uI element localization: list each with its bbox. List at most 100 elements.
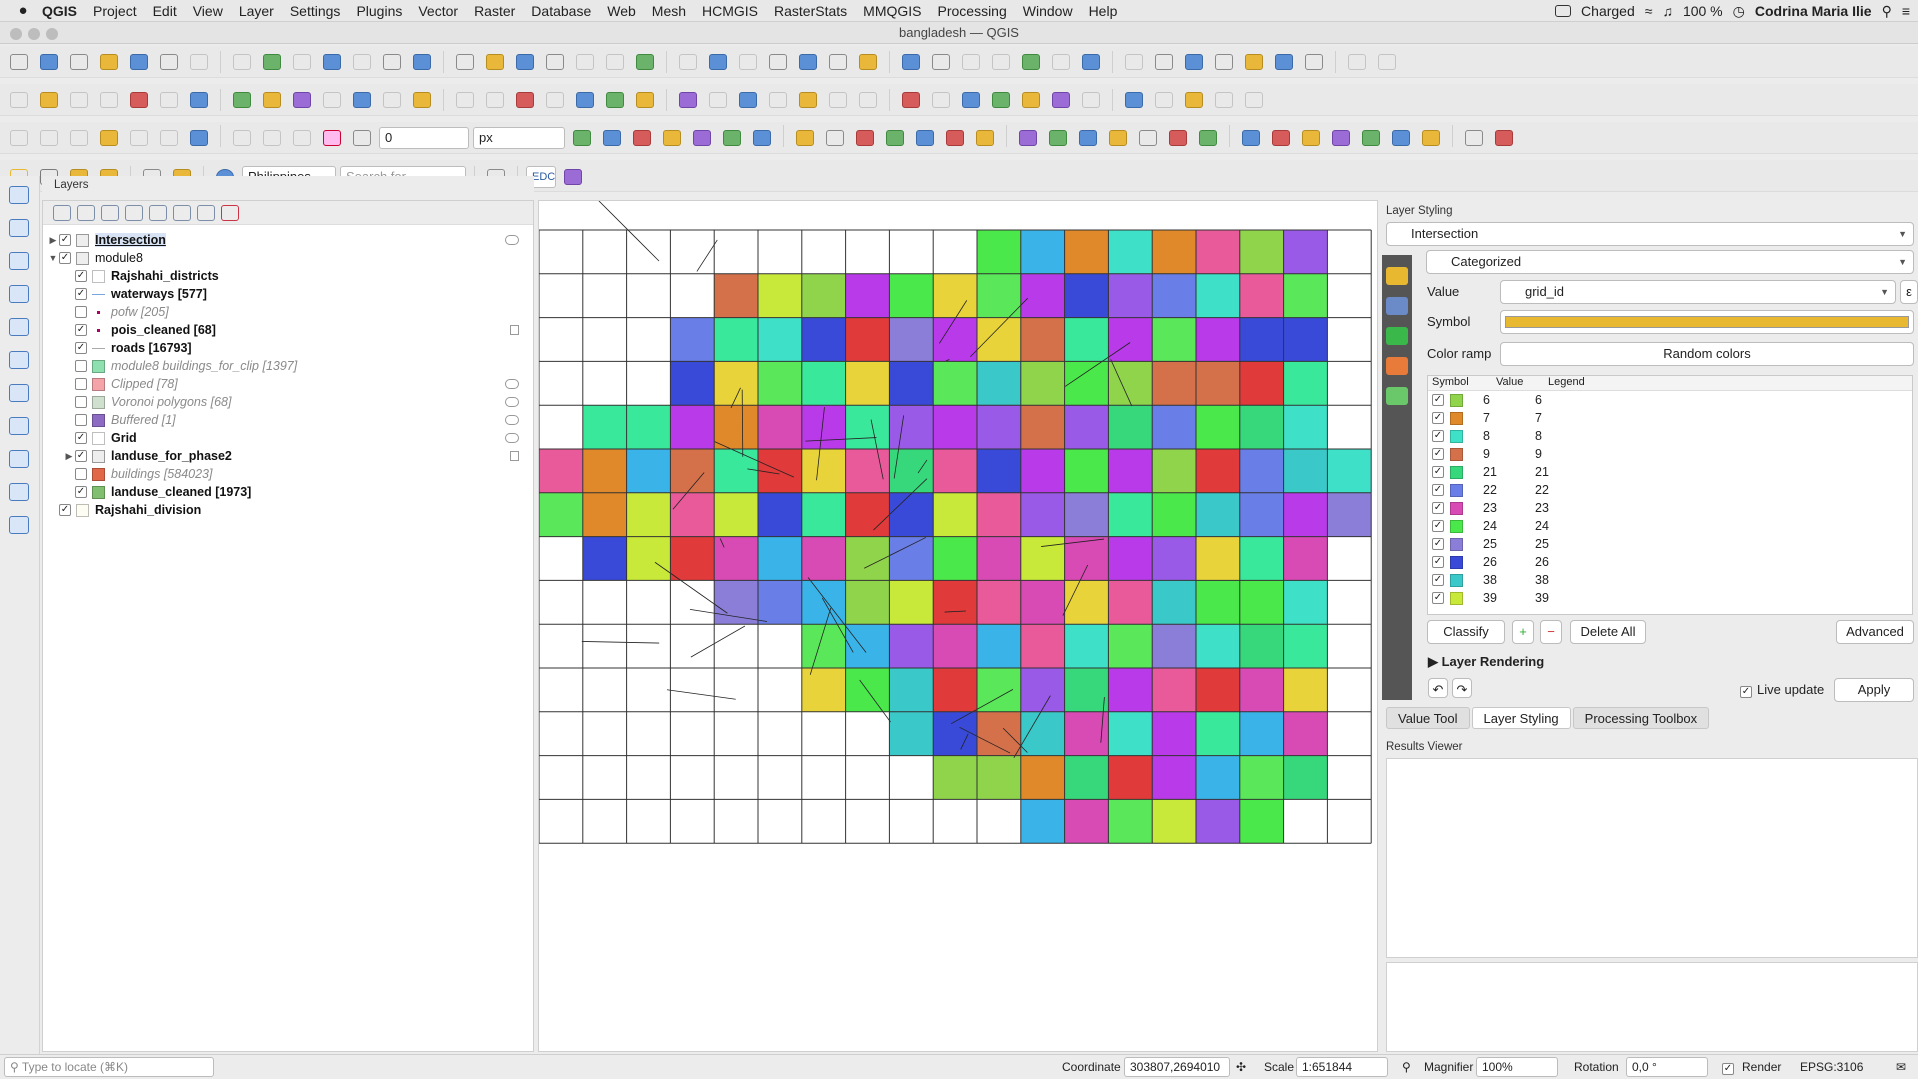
intersection-cell[interactable] <box>1152 580 1196 625</box>
intersection-cell[interactable] <box>714 317 758 362</box>
battery-icon[interactable] <box>1555 5 1572 17</box>
intersection-cell[interactable] <box>1239 799 1284 844</box>
layer-visibility-checkbox[interactable] <box>75 396 87 408</box>
nav-tool-5-icon[interactable] <box>126 49 152 75</box>
intersection-cell[interactable] <box>1064 317 1109 362</box>
category-row[interactable]: ✓ 26 26 <box>1428 553 1912 571</box>
add-layer-tool-4-icon[interactable] <box>4 280 34 308</box>
intersection-cell[interactable] <box>933 668 977 712</box>
intersection-cell[interactable] <box>626 449 671 493</box>
intersection-cell[interactable] <box>1020 580 1065 625</box>
intersection-cell[interactable] <box>1239 580 1284 625</box>
layer-visibility-checkbox[interactable]: ✓ <box>59 234 71 246</box>
nav-tool-4-icon[interactable] <box>96 49 122 75</box>
plugin-tool-19-icon[interactable] <box>1135 125 1161 151</box>
intersection-cell[interactable] <box>714 273 758 318</box>
menu-layer[interactable]: Layer <box>231 0 282 22</box>
edit-tool-33-icon[interactable] <box>1018 87 1044 113</box>
plugin-tool-9-icon[interactable] <box>822 125 848 151</box>
intersection-cell[interactable] <box>626 536 671 581</box>
category-row[interactable]: ✓ 8 8 <box>1428 427 1912 445</box>
menu-processing[interactable]: Processing <box>930 0 1015 22</box>
nav-tool-29-icon[interactable] <box>898 49 924 75</box>
plugin-tool-25-icon[interactable] <box>1328 125 1354 151</box>
history-tab-icon[interactable] <box>1386 387 1408 405</box>
plugin-tool-22-icon[interactable] <box>1238 125 1264 151</box>
intersection-cell[interactable] <box>1108 536 1153 581</box>
category-swatch[interactable] <box>1450 537 1463 551</box>
intersection-cell[interactable] <box>1196 755 1240 800</box>
intersection-cell[interactable] <box>1108 317 1153 362</box>
intersection-cell[interactable] <box>1064 799 1109 844</box>
intersection-cell[interactable] <box>845 273 890 318</box>
adv-tool-5-icon[interactable] <box>126 125 152 151</box>
crs-button[interactable]: EPSG:3106 <box>1800 1059 1863 1075</box>
intersection-cell[interactable] <box>889 449 934 493</box>
category-swatch[interactable] <box>1450 483 1463 497</box>
layer-visibility-checkbox[interactable]: ✓ <box>75 288 87 300</box>
intersection-cell[interactable] <box>1283 536 1328 581</box>
intersection-cell[interactable] <box>889 668 934 712</box>
intersection-cell[interactable] <box>670 317 715 362</box>
intersection-cell[interactable] <box>1152 361 1196 406</box>
category-row[interactable]: ✓ 39 39 <box>1428 589 1912 607</box>
intersection-cell[interactable] <box>1283 580 1328 625</box>
layer-item[interactable]: Clipped [78] <box>43 375 533 393</box>
edit-tool-20-icon[interactable] <box>602 87 628 113</box>
intersection-cell[interactable] <box>845 536 890 581</box>
snap-type-icon[interactable] <box>349 125 375 151</box>
expand-arrow-icon[interactable]: ▶ <box>47 235 59 246</box>
category-row[interactable]: ✓ 22 22 <box>1428 481 1912 499</box>
edit-tool-24-icon[interactable] <box>735 87 761 113</box>
category-checkbox[interactable]: ✓ <box>1432 556 1444 568</box>
intersection-cell[interactable] <box>1064 755 1109 800</box>
filter-indicator-icon[interactable] <box>510 325 519 335</box>
intersection-cell[interactable] <box>714 361 758 406</box>
intersection-cell[interactable] <box>977 361 1021 406</box>
category-checkbox[interactable]: ✓ <box>1432 592 1444 604</box>
menu-vector[interactable]: Vector <box>410 0 466 22</box>
intersection-cell[interactable] <box>845 361 890 406</box>
intersection-cell[interactable] <box>933 711 977 756</box>
user-name[interactable]: Codrina Maria Ilie <box>1755 3 1872 19</box>
intersection-cell[interactable] <box>1152 536 1196 581</box>
plugin-tool-29-icon[interactable] <box>1461 125 1487 151</box>
intersection-cell[interactable] <box>1196 580 1240 625</box>
layer-item[interactable]: Buffered [1] <box>43 411 533 429</box>
intersection-cell[interactable] <box>845 668 890 712</box>
intersection-cell[interactable] <box>801 492 846 537</box>
magnifier-field[interactable]: 100% <box>1476 1057 1558 1077</box>
plugin-tool-12-icon[interactable] <box>912 125 938 151</box>
expand-arrow-icon[interactable]: ▶ <box>63 451 75 462</box>
intersection-cell[interactable] <box>1108 492 1153 537</box>
intersection-cell[interactable] <box>1283 668 1328 712</box>
intersection-cell[interactable] <box>1020 449 1065 493</box>
add-layer-tool-10-icon[interactable] <box>4 478 34 506</box>
category-swatch[interactable] <box>1450 411 1463 425</box>
intersection-cell[interactable] <box>1020 273 1065 318</box>
intersection-cell[interactable] <box>1108 580 1153 625</box>
nav-tool-36-icon[interactable] <box>1121 49 1147 75</box>
intersection-cell[interactable] <box>801 361 846 406</box>
plugin-tool-30-icon[interactable] <box>1491 125 1517 151</box>
category-checkbox[interactable]: ✓ <box>1432 430 1444 442</box>
remove-category-button[interactable]: − <box>1540 620 1562 644</box>
menu-view[interactable]: View <box>185 0 231 22</box>
intersection-cell[interactable] <box>1108 711 1153 756</box>
intersection-cell[interactable] <box>1020 536 1065 581</box>
category-checkbox[interactable]: ✓ <box>1432 538 1444 550</box>
menu-web[interactable]: Web <box>599 0 644 22</box>
intersection-cell[interactable] <box>1152 624 1196 668</box>
plugin-tool-20-icon[interactable] <box>1165 125 1191 151</box>
nav-tool-39-icon[interactable] <box>1211 49 1237 75</box>
intersection-cell[interactable] <box>1239 755 1284 800</box>
add-category-button[interactable]: + <box>1512 620 1534 644</box>
snap-magnet-icon[interactable] <box>319 125 345 151</box>
intersection-cell[interactable] <box>1239 536 1284 581</box>
intersection-cell[interactable] <box>889 711 934 756</box>
intersection-cell[interactable] <box>1020 405 1065 449</box>
symbol-button[interactable] <box>1500 310 1914 334</box>
renderer-select[interactable]: Categorized ▼ <box>1426 250 1914 274</box>
edit-tool-31-icon[interactable] <box>958 87 984 113</box>
menu-edit[interactable]: Edit <box>145 0 185 22</box>
